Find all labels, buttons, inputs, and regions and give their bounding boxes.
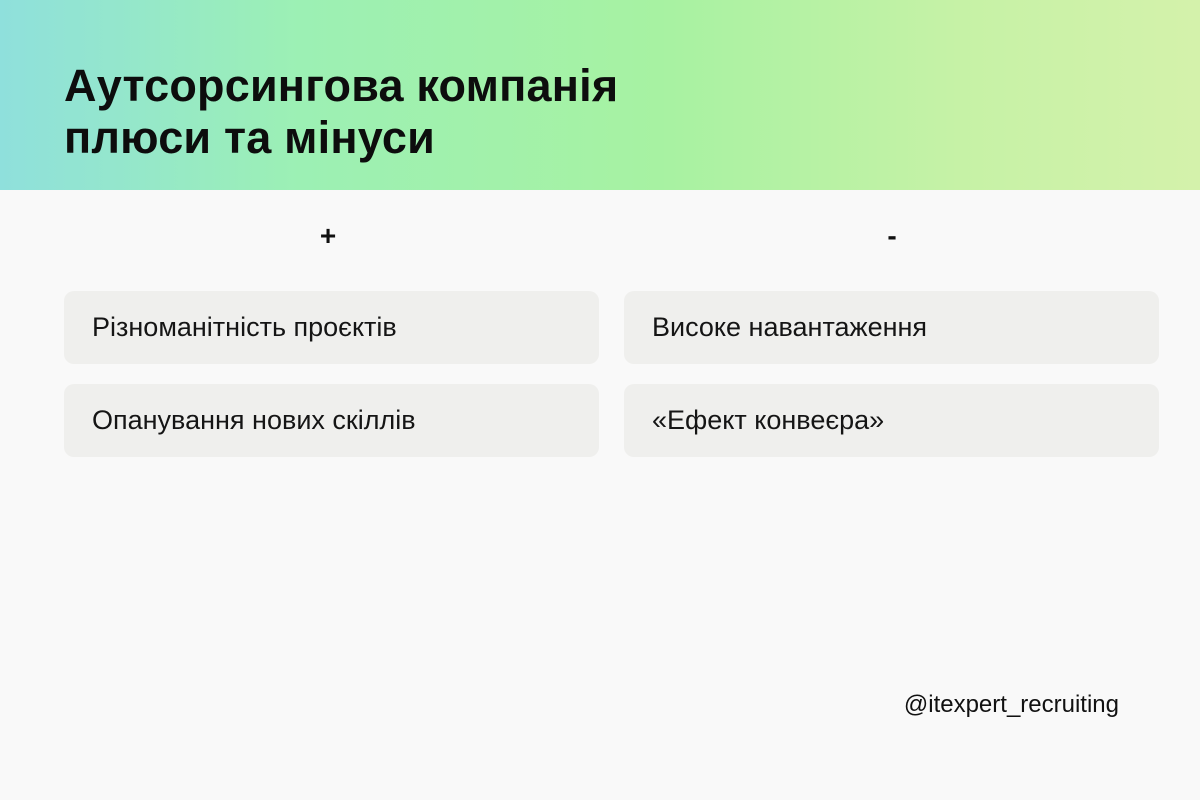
pros-item: Опанування нових скіллів (64, 384, 599, 457)
pros-heading: + (319, 220, 337, 251)
cons-item: «Ефект конвеєра» (624, 384, 1159, 457)
cons-heading: - (887, 220, 897, 251)
page-title: Аутсорсингова компанія плюси та мінуси (64, 60, 618, 164)
pros-item: Різноманітність проєктів (64, 291, 599, 364)
cons-item: Високе навантаження (624, 291, 1159, 364)
title-line-1: Аутсорсингова компанія (64, 60, 619, 111)
header-banner: Аутсорсингова компанія плюси та мінуси (0, 0, 1200, 190)
title-line-2: плюси та мінуси (64, 112, 435, 163)
social-handle: @itexpert_recruiting (903, 691, 1119, 718)
